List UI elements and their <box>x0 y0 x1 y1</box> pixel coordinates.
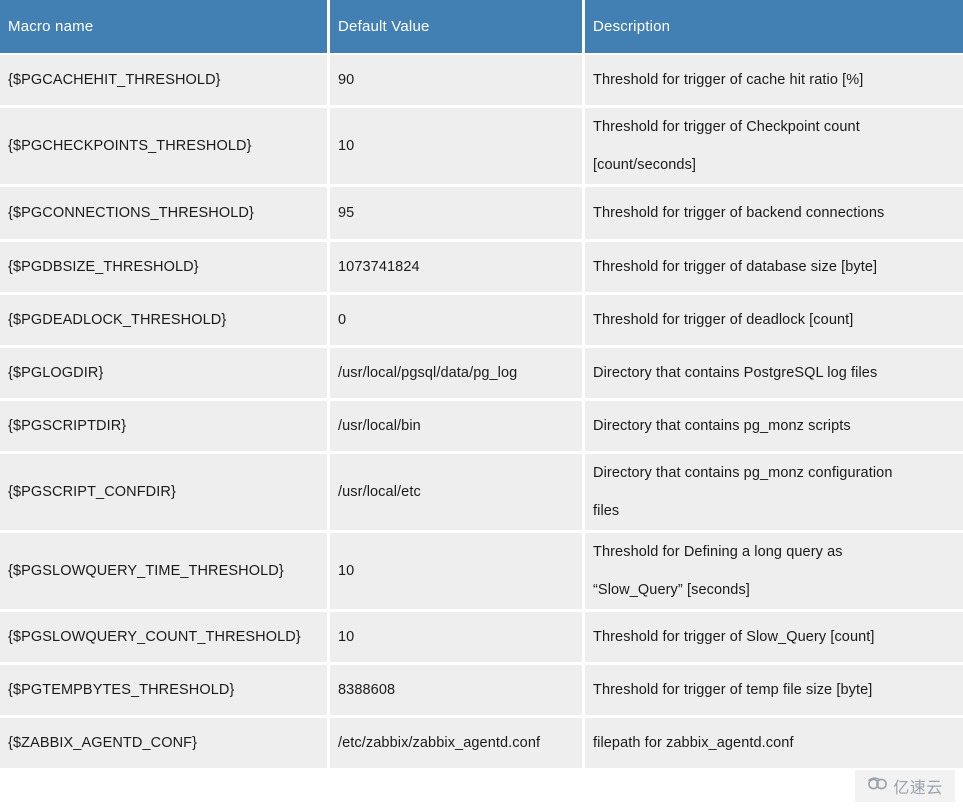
cell-value: 95 <box>330 187 585 242</box>
cell-value: 10 <box>330 612 585 665</box>
cell-text-value: /usr/local/pgsql/data/pg_log <box>338 365 518 381</box>
cell-text-macro: {$PGSCRIPT_CONFDIR} <box>8 484 176 500</box>
cell-text-macro: {$PGDBSIZE_THRESHOLD} <box>8 259 199 275</box>
cell-text-value: 1073741824 <box>338 259 420 275</box>
cell-text-value: 10 <box>338 563 355 579</box>
cell-desc: Threshold for trigger of Checkpoint coun… <box>585 108 963 187</box>
table-body: {$PGCACHEHIT_THRESHOLD} 90 Threshold for t… <box>0 55 963 771</box>
cell-text-macro: {$PGSCRIPTDIR} <box>8 418 127 434</box>
table-row: {$PGDEADLOCK_THRESHOLD} 0 Threshold for tr… <box>0 295 963 348</box>
cell-macro: {$PGDEADLOCK_THRESHOLD} <box>0 295 330 348</box>
cell-desc: filepath for zabbix_agentd.conf <box>585 718 963 771</box>
table-row: {$PGDBSIZE_THRESHOLD} 1073741824 Threshold… <box>0 242 963 295</box>
table-row: {$PGCHECKPOINTS_THRESHOLD} 10 Threshold fo… <box>0 108 963 187</box>
cell-text-value: /etc/zabbix/zabbix_agentd.conf <box>338 735 541 751</box>
cell-macro: {$ZABBIX_AGENTD_CONF} <box>0 718 330 771</box>
cell-text-macro: {$ZABBIX_AGENTD_CONF} <box>8 735 198 751</box>
cell-text-desc: Directory that contains pg_monz configur… <box>593 465 893 519</box>
cell-macro: {$PGSLOWQUERY_TIME_THRESHOLD} <box>0 533 330 612</box>
cell-desc: Directory that contains pg_monz configur… <box>585 454 963 533</box>
cell-text-macro: {$PGCONNECTIONS_THRESHOLD} <box>8 205 254 221</box>
cell-text-macro: {$PGTEMPBYTES_THRESHOLD} <box>8 682 235 698</box>
cell-desc: Threshold for trigger of database size [… <box>585 242 963 295</box>
cell-text-desc: Threshold for trigger of backend connect… <box>593 205 885 221</box>
cell-value: 8388608 <box>330 665 585 718</box>
cell-text-value: 10 <box>338 629 355 645</box>
table-row: {$PGSCRIPT_CONFDIR} /usr/local/etc Directo… <box>0 454 963 533</box>
cell-text-macro: {$PGCACHEHIT_THRESHOLD} <box>8 72 221 88</box>
watermark-text: 亿速云 <box>893 778 943 797</box>
cell-desc: Directory that contains pg_monz scripts <box>585 401 963 454</box>
table-row: {$PGSCRIPTDIR} /usr/local/bin Directory th… <box>0 401 963 454</box>
table-header: Macro name Default Value Description <box>0 0 963 55</box>
cell-text-macro: {$PGSLOWQUERY_TIME_THRESHOLD} <box>8 563 284 579</box>
cell-macro: {$PGSLOWQUERY_COUNT_THRESHOLD} <box>0 612 330 665</box>
column-header-macro-name: Macro name <box>0 0 330 55</box>
column-header-description: Description <box>585 0 963 55</box>
cell-text-value: 90 <box>338 72 355 88</box>
cell-value: /etc/zabbix/zabbix_agentd.conf <box>330 718 585 771</box>
cell-desc: Threshold for trigger of temp file size … <box>585 665 963 718</box>
column-header-default-value: Default Value <box>330 0 585 55</box>
cell-value: 10 <box>330 108 585 187</box>
cell-value: /usr/local/etc <box>330 454 585 533</box>
cell-desc: Threshold for trigger of cache hit ratio… <box>585 55 963 108</box>
cell-value: 1073741824 <box>330 242 585 295</box>
table-header-row: Macro name Default Value Description <box>0 0 963 55</box>
cell-desc: Threshold for trigger of deadlock [count… <box>585 295 963 348</box>
cell-value: 10 <box>330 533 585 612</box>
cell-text-value: 8388608 <box>338 682 396 698</box>
cell-text-macro: {$PGLOGDIR} <box>8 365 104 381</box>
cell-value: 0 <box>330 295 585 348</box>
table-row: {$ZABBIX_AGENTD_CONF} /etc/zabbix/zabbix_… <box>0 718 963 771</box>
cell-text-desc: filepath for zabbix_agentd.conf <box>593 735 794 751</box>
cell-value: /usr/local/bin <box>330 401 585 454</box>
cell-text-macro: {$PGDEADLOCK_THRESHOLD} <box>8 312 227 328</box>
cell-macro: {$PGCHECKPOINTS_THRESHOLD} <box>0 108 330 187</box>
cell-text-macro: {$PGSLOWQUERY_COUNT_THRESHOLD} <box>8 629 301 645</box>
cell-text-desc: Threshold for trigger of temp file size … <box>593 682 873 698</box>
cell-desc: Threshold for trigger of Slow_Query [cou… <box>585 612 963 665</box>
cell-macro: {$PGSCRIPTDIR} <box>0 401 330 454</box>
cell-text-value: 95 <box>338 205 355 221</box>
cell-macro: {$PGLOGDIR} <box>0 348 330 401</box>
table-row: {$PGSLOWQUERY_COUNT_THRESHOLD} 10 Threshol… <box>0 612 963 665</box>
cell-text-value: /usr/local/etc <box>338 484 421 500</box>
table-row: {$PGCACHEHIT_THRESHOLD} 90 Threshold for t… <box>0 55 963 108</box>
cell-text-value: 10 <box>338 138 355 154</box>
cell-desc: Directory that contains PostgreSQL log f… <box>585 348 963 401</box>
cell-macro: {$PGCACHEHIT_THRESHOLD} <box>0 55 330 108</box>
cell-desc: Threshold for trigger of backend connect… <box>585 187 963 242</box>
cell-desc: Threshold for Defining a long query as “… <box>585 533 963 612</box>
cell-macro: {$PGTEMPBYTES_THRESHOLD} <box>0 665 330 718</box>
watermark: 亿速云 <box>855 770 955 802</box>
macro-defaults-table: Macro name Default Value Description {$P… <box>0 0 963 771</box>
cell-text-desc: Directory that contains PostgreSQL log f… <box>593 365 878 381</box>
cell-text-macro: {$PGCHECKPOINTS_THRESHOLD} <box>8 138 252 154</box>
cell-macro: {$PGSCRIPT_CONFDIR} <box>0 454 330 533</box>
cell-value: 90 <box>330 55 585 108</box>
table-row: {$PGTEMPBYTES_THRESHOLD} 8388608 Threshold… <box>0 665 963 718</box>
cell-text-desc: Threshold for Defining a long query as “… <box>593 544 843 598</box>
cloud-icon <box>867 777 889 795</box>
cell-text-desc: Threshold for trigger of database size [… <box>593 259 878 275</box>
cell-text-desc: Threshold for trigger of Checkpoint coun… <box>593 119 860 173</box>
cell-text-desc: Directory that contains pg_monz scripts <box>593 418 851 434</box>
cell-text-value: /usr/local/bin <box>338 418 421 434</box>
table-row: {$PGSLOWQUERY_TIME_THRESHOLD} 10 Threshold… <box>0 533 963 612</box>
table-row: {$PGCONNECTIONS_THRESHOLD} 95 Threshold fo… <box>0 187 963 242</box>
cell-text-desc: Threshold for trigger of deadlock [count… <box>593 312 854 328</box>
cell-text-desc: Threshold for trigger of cache hit ratio… <box>593 72 864 88</box>
table-row: {$PGLOGDIR} /usr/local/pgsql/data/pg_log D… <box>0 348 963 401</box>
cell-macro: {$PGDBSIZE_THRESHOLD} <box>0 242 330 295</box>
cell-value: /usr/local/pgsql/data/pg_log <box>330 348 585 401</box>
cell-text-desc: Threshold for trigger of Slow_Query [cou… <box>593 629 875 645</box>
cell-macro: {$PGCONNECTIONS_THRESHOLD} <box>0 187 330 242</box>
cell-text-value: 0 <box>338 312 347 328</box>
